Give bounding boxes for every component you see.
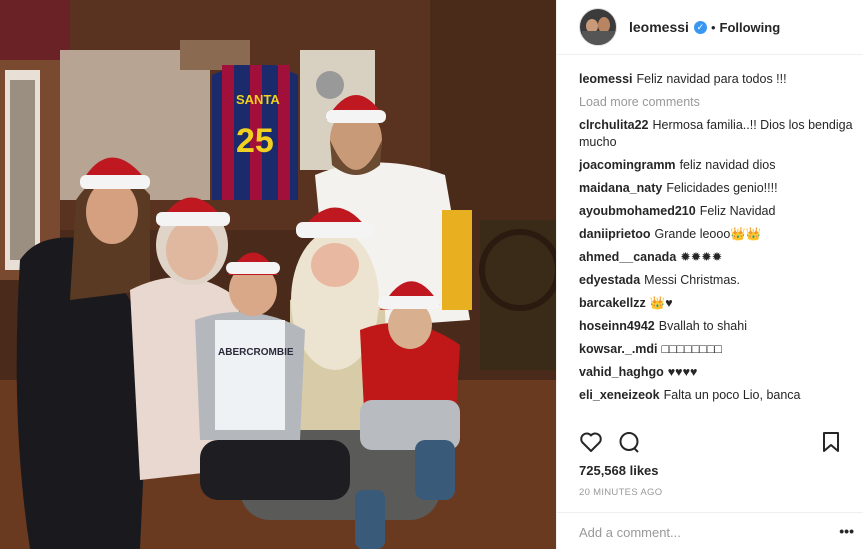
comment-user[interactable]: ahmed__canada <box>579 250 676 264</box>
following-button[interactable]: Following <box>720 20 781 35</box>
shirt-text: ABERCROMBIE <box>218 347 294 358</box>
comment-item: hoseinn4942 Bvallah to shahi <box>579 315 854 338</box>
comment-item: maidana_naty Felicidades genio!!!! <box>579 177 854 200</box>
comment-item: ayoubmohamed210 Feliz Navidad <box>579 200 854 223</box>
caption: leomessi Feliz navidad para todos !!! <box>579 68 854 91</box>
add-comment-bar: Add a comment... ••• <box>557 512 863 549</box>
comment-user[interactable]: eli_xeneizeok <box>579 388 660 402</box>
photo-illustration: SANTA 25 ABERCROMBIE <box>0 0 556 549</box>
comment-item: vahid_haghgo ♥♥♥♥ <box>579 361 854 384</box>
comment-item: edyestada Messi Christmas. <box>579 269 854 292</box>
comment-text: Messi Christmas. <box>644 273 740 287</box>
comment-text: Grande leooo👑👑 <box>654 227 762 241</box>
comment-user[interactable]: vahid_haghgo <box>579 365 664 379</box>
jersey-name: SANTA <box>236 92 280 107</box>
comment-list[interactable]: leomessi Feliz navidad para todos !!! Loa… <box>579 68 854 420</box>
comment-text: Feliz Navidad <box>699 204 776 218</box>
caption-user[interactable]: leomessi <box>579 72 633 86</box>
comment-item: daniiprietoo Grande leooo👑👑 <box>579 223 854 246</box>
comment-user[interactable]: maidana_naty <box>579 181 662 195</box>
username-link[interactable]: leomessi <box>629 19 689 35</box>
comment-user[interactable]: daniiprietoo <box>579 227 651 241</box>
comment-item: joacomingramm feliz navidad dios <box>579 154 854 177</box>
separator-dot: • <box>710 19 716 35</box>
comment-user[interactable]: kowsar._.mdi <box>579 342 658 356</box>
load-more-comments[interactable]: Load more comments <box>579 91 854 114</box>
comment-text: ♥♥♥♥ <box>667 365 698 379</box>
verified-icon: ✓ <box>693 20 707 34</box>
comment-user[interactable]: hoseinn4942 <box>579 319 655 333</box>
comment-item: eli_xeneizeok Falta un poco Lio, banca <box>579 384 854 407</box>
heart-icon[interactable] <box>579 430 603 454</box>
comment-text: Bvallah to shahi <box>658 319 747 333</box>
jersey-number: 25 <box>236 122 274 160</box>
add-comment-input[interactable]: Add a comment... <box>579 525 681 540</box>
comment-user[interactable]: ayoubmohamed210 <box>579 204 696 218</box>
comment-item: barcakellzz 👑♥ <box>579 292 854 315</box>
comment-icon[interactable] <box>617 430 641 454</box>
post-photo[interactable]: SANTA 25 ABERCROMBIE <box>0 0 556 549</box>
comment-item: ahmed__canada ✹✹✹✹ <box>579 246 854 269</box>
comment-user[interactable]: joacomingramm <box>579 158 676 172</box>
comment-user[interactable]: clrchulita22 <box>579 118 648 132</box>
post-side-panel: leomessi ✓ • Following leomessi Feliz nav… <box>556 0 863 549</box>
post-timestamp[interactable]: 20 MINUTES AGO <box>579 487 662 498</box>
comment-text: Falta un poco Lio, banca <box>663 388 801 402</box>
comment-user[interactable]: edyestada <box>579 273 640 287</box>
action-bar <box>579 430 843 456</box>
avatar[interactable] <box>579 8 617 46</box>
caption-text: Feliz navidad para todos !!! <box>636 72 787 86</box>
more-options-button[interactable]: ••• <box>839 523 854 539</box>
comment-item: kowsar._.mdi □□□□□□□□ <box>579 338 854 361</box>
comment-text: feliz navidad dios <box>679 158 776 172</box>
comment-text: □□□□□□□□ <box>661 342 722 356</box>
comment-text: Felicidades genio!!!! <box>666 181 778 195</box>
post-header: leomessi ✓ • Following <box>557 0 863 55</box>
comment-text: 👑♥ <box>649 296 673 310</box>
bookmark-icon[interactable] <box>819 430 843 454</box>
comment-text: ✹✹✹✹ <box>680 250 723 264</box>
like-count[interactable]: 725,568 likes <box>579 463 659 478</box>
comment-user[interactable]: barcakellzz <box>579 296 646 310</box>
comment-item: clrchulita22 Hermosa familia..!! Dios los… <box>579 117 854 151</box>
